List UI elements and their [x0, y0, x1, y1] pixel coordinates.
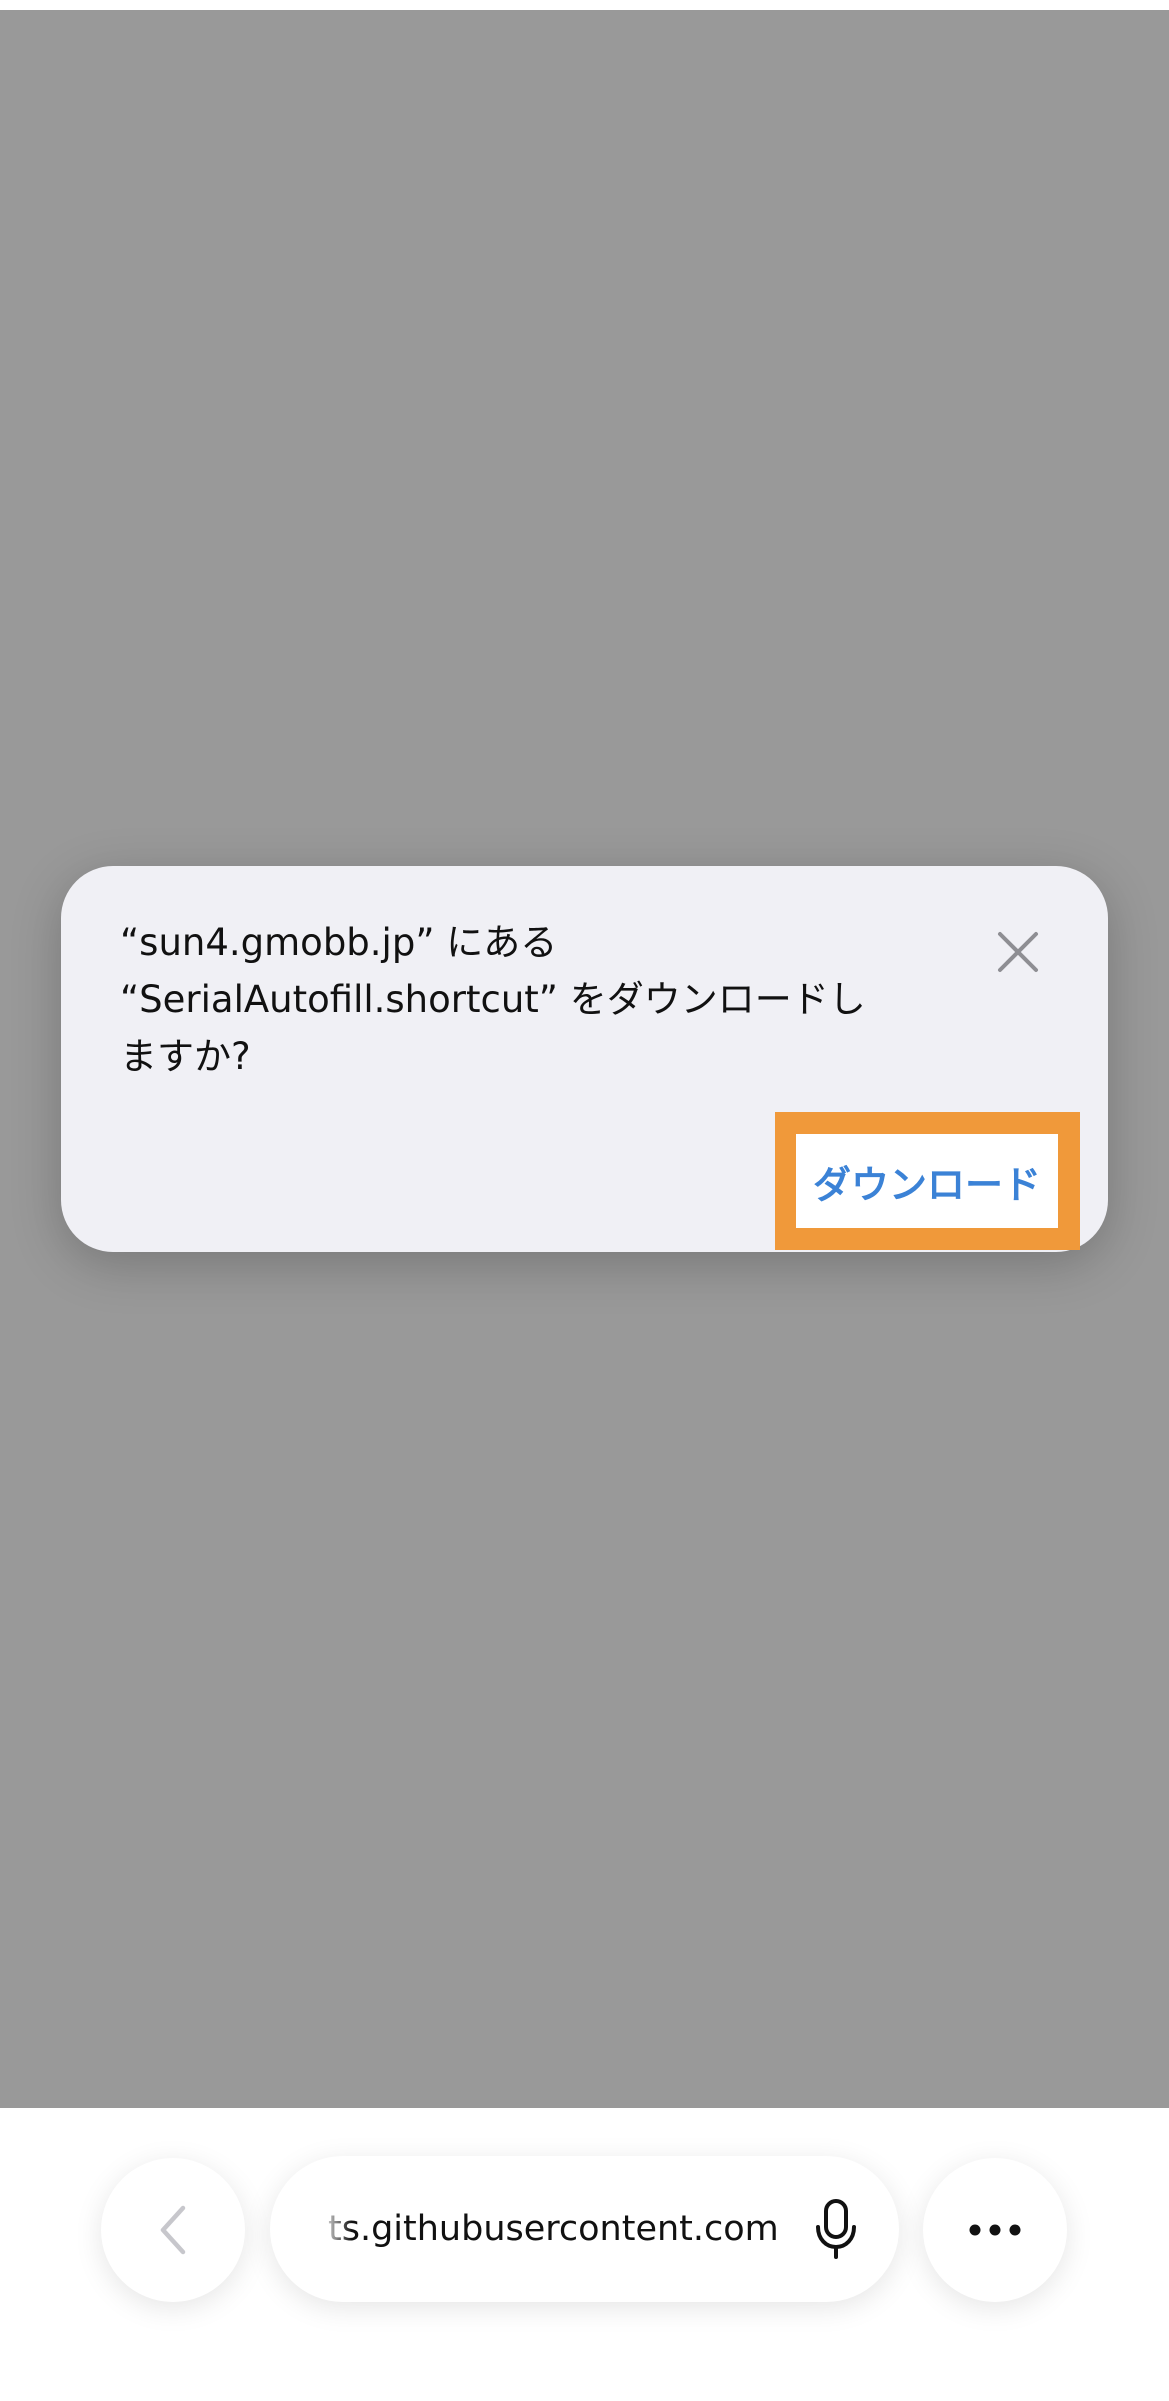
ellipsis-icon [969, 2224, 1021, 2236]
close-button[interactable] [986, 920, 1050, 984]
microphone-icon [816, 2199, 856, 2259]
back-button[interactable] [101, 2158, 245, 2302]
chevron-left-icon [160, 2205, 186, 2255]
voice-search-button[interactable] [800, 2193, 872, 2265]
dialog-message-line: “SerialAutofill.shortcut” をダウンロードし [120, 978, 866, 1021]
close-icon [998, 932, 1038, 972]
more-button[interactable] [923, 2158, 1067, 2302]
download-prompt-dialog: “sun4.gmobb.jp” にある “SerialAutofill.shor… [61, 866, 1108, 1252]
dialog-message: “sun4.gmobb.jp” にある “SerialAutofill.shor… [120, 914, 940, 1085]
download-button[interactable]: ダウンロード [796, 1134, 1058, 1228]
address-bar[interactable]: ts.githubusercontent.com [270, 2156, 899, 2302]
dialog-message-line: ますか? [120, 1035, 251, 1078]
status-strip [0, 0, 1169, 10]
dialog-message-line: “sun4.gmobb.jp” にある [120, 921, 558, 964]
url-text: ts.githubusercontent.com [328, 2209, 779, 2249]
browser-toolbar: ts.githubusercontent.com [0, 2108, 1169, 2401]
